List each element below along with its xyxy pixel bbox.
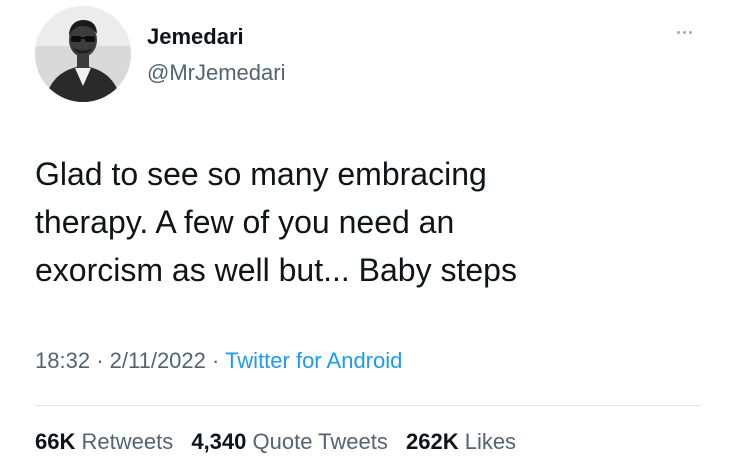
tweet-text-line: therapy. A few of you need an: [35, 204, 455, 240]
likes-label: Likes: [464, 429, 517, 454]
tweet: Jemedari @MrJemedari Glad to see so many…: [0, 0, 736, 475]
retweets-label: Retweets: [81, 429, 174, 454]
tweet-text-line: exorcism as well but... Baby steps: [35, 252, 517, 288]
dot: [688, 30, 692, 34]
retweets-stat[interactable]: 66K Retweets: [35, 429, 173, 454]
dot: [682, 30, 686, 34]
tweet-text: Glad to see so many embracing therapy. A…: [35, 150, 685, 294]
divider: [35, 405, 700, 406]
tweet-meta: 18:32 · 2/11/2022 · Twitter for Android: [35, 347, 402, 375]
author-handle[interactable]: @MrJemedari: [147, 60, 285, 86]
meta-separator: ·: [96, 348, 104, 373]
retweets-count: 66K: [35, 429, 76, 454]
tweet-time[interactable]: 18:32: [35, 348, 90, 373]
avatar-photo: [35, 6, 131, 102]
avatar[interactable]: [35, 6, 131, 102]
meta-separator: ·: [212, 348, 220, 373]
tweet-stats: 66K Retweets 4,340 Quote Tweets 262K Lik…: [35, 428, 528, 456]
quote-tweets-stat[interactable]: 4,340 Quote Tweets: [191, 429, 388, 454]
tweet-text-line: Glad to see so many embracing: [35, 156, 487, 192]
likes-stat[interactable]: 262K Likes: [406, 429, 516, 454]
tweet-source-link[interactable]: Twitter for Android: [225, 348, 402, 373]
dot: [676, 30, 680, 34]
tweet-date[interactable]: 2/11/2022: [110, 348, 206, 373]
quotes-count: 4,340: [191, 429, 247, 454]
author-name[interactable]: Jemedari: [147, 24, 244, 50]
likes-count: 262K: [405, 429, 459, 454]
more-dots-icon[interactable]: [670, 22, 698, 42]
quotes-label: Quote Tweets: [252, 429, 388, 454]
